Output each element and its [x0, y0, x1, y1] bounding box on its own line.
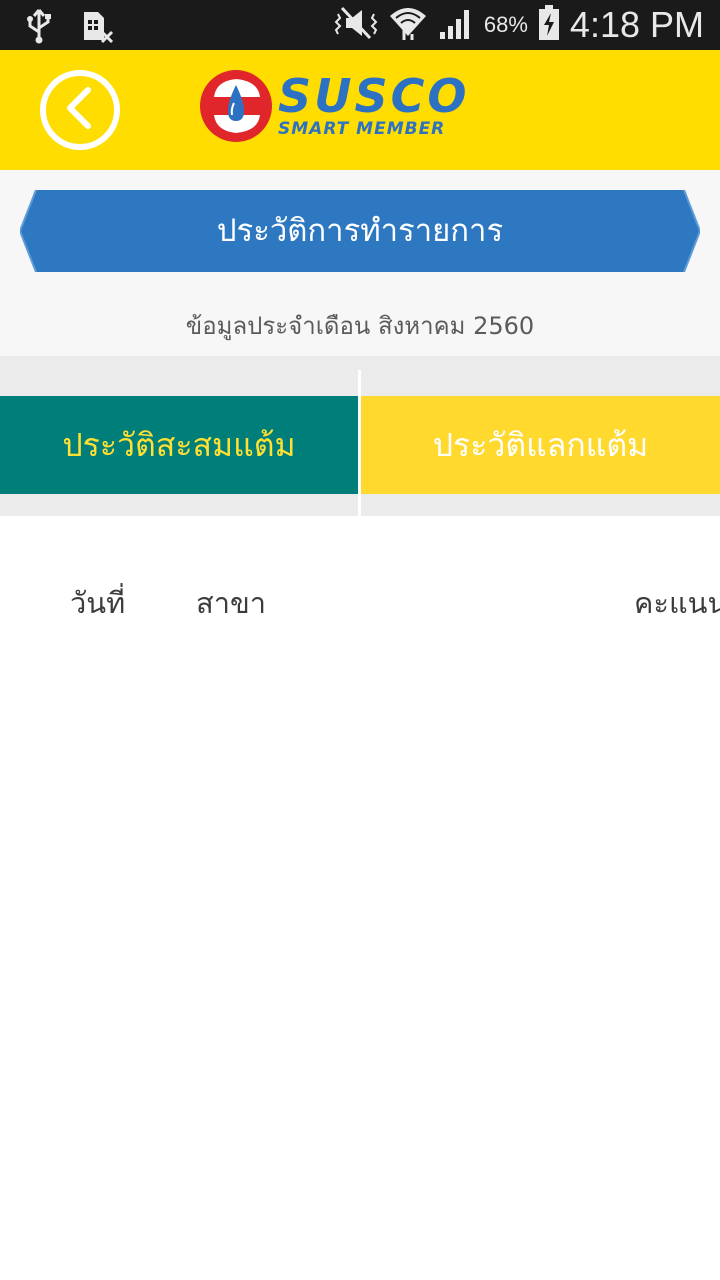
- tab-redeem-points-history[interactable]: ประวัติแลกแต้ม: [361, 396, 720, 494]
- battery-percent: 68%: [483, 12, 528, 37]
- column-header-branch: สาขา: [196, 586, 267, 620]
- page-title: ประวัติการทำรายการ: [216, 213, 504, 249]
- chevron-left-icon: [60, 84, 100, 136]
- signal-icon: [438, 6, 474, 44]
- app-header: SUSCO SMART MEMBER: [0, 50, 720, 170]
- title-ribbon: ประวัติการทำรายการ: [20, 190, 700, 272]
- title-area: ประวัติการทำรายการ ข้อมูลประจำเดือน สิงห…: [0, 170, 720, 356]
- column-header-points: คะแนน: [634, 586, 720, 620]
- susco-logo: SUSCO SMART MEMBER: [198, 67, 528, 147]
- wifi-icon: [388, 4, 428, 46]
- vibrate-silent-icon: [334, 6, 378, 44]
- tab-earn-points-history[interactable]: ประวัติสะสมแต้ม: [0, 396, 358, 494]
- clock: 4:18 PM: [569, 4, 704, 45]
- logo-wordmark: SUSCO: [278, 69, 470, 123]
- back-button[interactable]: [40, 70, 120, 150]
- sim-card-icon: [80, 8, 114, 48]
- month-info: ข้อมูลประจำเดือน สิงหาคม 2560: [185, 312, 535, 340]
- logo-subtext: SMART MEMBER: [278, 119, 446, 139]
- status-bar: 68% 4:18 PM: [0, 0, 720, 50]
- usb-icon: [22, 8, 56, 48]
- tab-bar: ประวัติสะสมแต้ม ประวัติแลกแต้ม: [0, 356, 720, 516]
- battery-charging-icon: [538, 5, 560, 45]
- history-table-header: วันที่ สาขา คะแนน: [0, 516, 720, 676]
- column-header-date: วันที่: [70, 586, 126, 620]
